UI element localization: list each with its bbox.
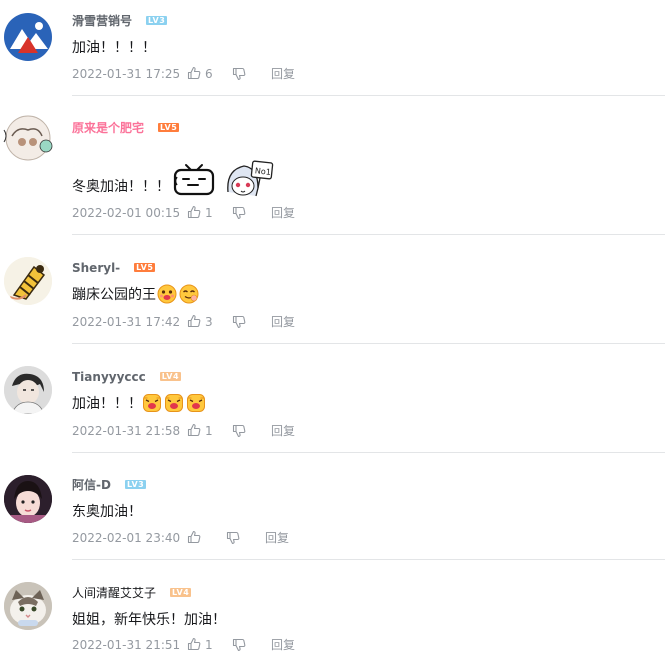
thumbs-down-icon[interactable] <box>232 638 246 652</box>
avatar[interactable] <box>4 13 52 61</box>
reply-button[interactable]: 回复 <box>265 531 289 545</box>
reply-button[interactable]: 回复 <box>271 638 295 652</box>
thumbs-down-icon[interactable] <box>232 424 246 438</box>
like-count: 1 <box>205 638 213 652</box>
thumbs-up-icon[interactable] <box>187 637 201 651</box>
comment-text: 加油！！！ <box>72 394 206 414</box>
username[interactable]: 滑雪营销号 LV3 <box>72 14 168 28</box>
thumbs-down-icon[interactable] <box>232 315 246 329</box>
timestamp: 2022-01-31 17:42 <box>72 315 181 329</box>
avatar[interactable] <box>0 110 56 166</box>
comment-text: 东奥加油！ <box>72 504 142 520</box>
divider <box>72 95 665 96</box>
like-count: 1 <box>205 424 213 438</box>
level-badge: LV5 <box>134 263 156 272</box>
username[interactable]: 人间清醒艾艾子 LV4 <box>72 586 192 600</box>
username[interactable]: Sheryl- LV5 <box>72 261 156 275</box>
hug-emoji-icon <box>179 284 199 304</box>
reply-button[interactable]: 回复 <box>271 206 295 220</box>
avatar[interactable] <box>4 582 52 630</box>
comment-text: 蹦床公园的王 <box>72 285 199 305</box>
girl-sticker-icon: No1 <box>227 160 274 197</box>
comment-text: 加油！！！！ <box>72 40 156 56</box>
level-badge: LV3 <box>146 16 168 25</box>
timestamp: 2022-01-31 21:58 <box>72 424 181 438</box>
thumbs-up-icon[interactable] <box>187 66 201 80</box>
thumbs-up-icon[interactable] <box>187 314 201 328</box>
sticker-sign-text: No1 <box>254 166 271 177</box>
thumbs-up-icon[interactable] <box>187 530 201 544</box>
thumbs-down-icon[interactable] <box>226 531 240 545</box>
divider <box>72 452 665 453</box>
avatar[interactable] <box>4 257 52 305</box>
shocked-emoji-icon <box>164 393 184 413</box>
divider <box>72 343 665 344</box>
timestamp: 2022-02-01 00:15 <box>72 206 181 220</box>
reply-button[interactable]: 回复 <box>271 315 295 329</box>
username[interactable]: 阿信-D LV3 <box>72 478 147 492</box>
level-badge: LV5 <box>158 123 180 132</box>
divider <box>72 234 665 235</box>
level-badge: LV4 <box>170 588 192 597</box>
like-count: 1 <box>205 206 213 220</box>
shocked-emoji-icon <box>142 393 162 413</box>
level-badge: LV3 <box>124 480 147 489</box>
comment-text: 冬奥加油！！！ <box>72 179 170 195</box>
reply-button[interactable]: 回复 <box>271 424 295 438</box>
shocked-emoji-icon <box>186 393 206 413</box>
like-count: 6 <box>205 67 213 81</box>
username[interactable]: Tianyyyccc LV4 <box>72 370 182 384</box>
timestamp: 2022-01-31 17:25 <box>72 67 181 81</box>
reply-button[interactable]: 回复 <box>271 67 295 81</box>
thumbs-up-icon[interactable] <box>187 205 201 219</box>
thumbs-down-icon[interactable] <box>232 67 246 81</box>
timestamp: 2022-01-31 21:51 <box>72 638 181 652</box>
like-count: 3 <box>205 315 213 329</box>
username[interactable]: 原来是个肥宅 LV5 <box>72 121 180 135</box>
thumbs-up-icon[interactable] <box>187 423 201 437</box>
tv-sticker-icon <box>173 164 215 196</box>
comment-text: 姐姐，新年快乐！加油！ <box>72 612 226 628</box>
avatar[interactable] <box>4 366 52 414</box>
avatar[interactable] <box>4 475 52 523</box>
thumbs-down-icon[interactable] <box>232 206 246 220</box>
divider <box>72 559 665 560</box>
blush-kiss-emoji-icon <box>157 284 177 304</box>
timestamp: 2022-02-01 23:40 <box>72 531 181 545</box>
level-badge: LV4 <box>159 372 182 381</box>
